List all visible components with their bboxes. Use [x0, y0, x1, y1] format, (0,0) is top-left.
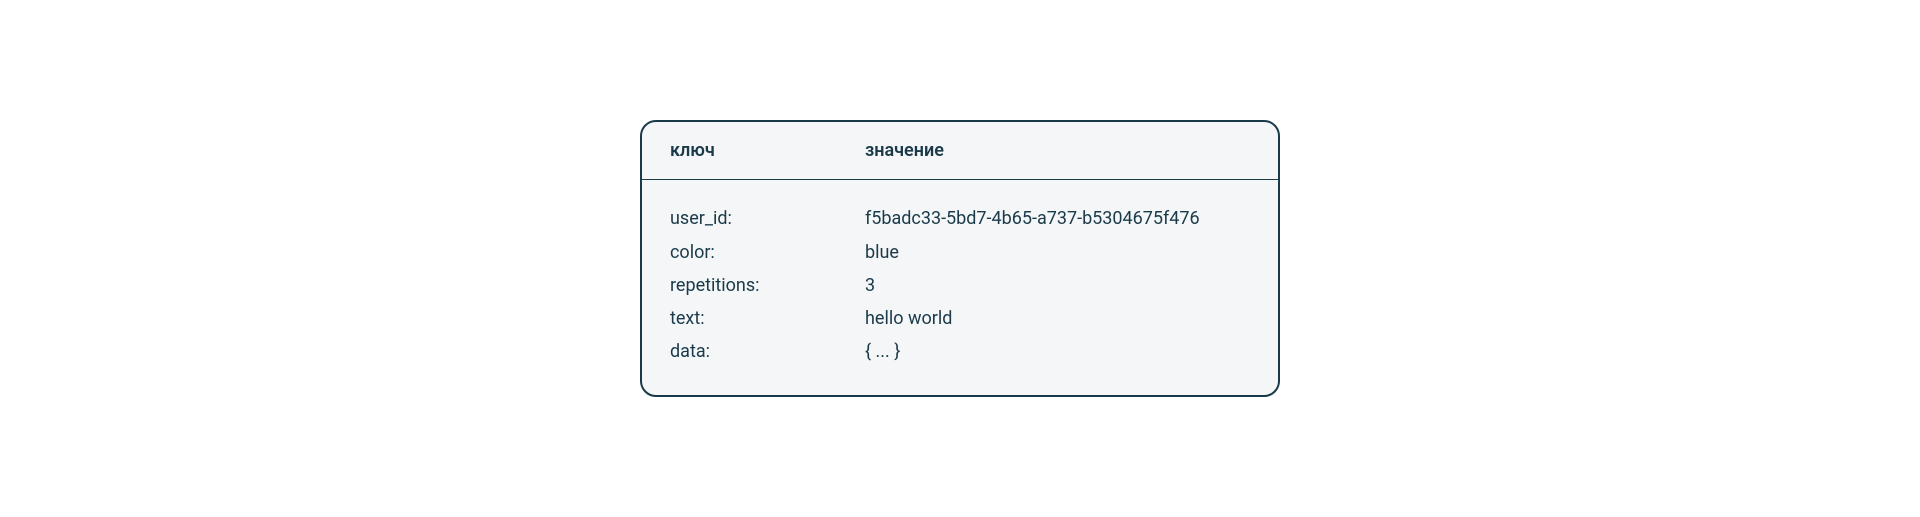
table-body: user_id: f5badc33-5bd7-4b65-a737-b530467…	[642, 180, 1278, 394]
table-header: ключ значение	[642, 122, 1278, 180]
table-row: repetitions: 3	[670, 269, 1250, 302]
table-row: text: hello world	[670, 302, 1250, 335]
row-value: f5badc33-5bd7-4b65-a737-b5304675f476	[865, 202, 1250, 235]
kv-table: ключ значение user_id: f5badc33-5bd7-4b6…	[640, 120, 1280, 396]
row-key: user_id:	[670, 202, 865, 235]
row-key: text:	[670, 302, 865, 335]
row-value: { ... }	[865, 335, 1250, 368]
row-value: blue	[865, 236, 1250, 269]
table-row: data: { ... }	[670, 335, 1250, 368]
table-row: color: blue	[670, 236, 1250, 269]
table-row: user_id: f5badc33-5bd7-4b65-a737-b530467…	[670, 202, 1250, 235]
row-key: color:	[670, 236, 865, 269]
row-value: hello world	[865, 302, 1250, 335]
row-key: data:	[670, 335, 865, 368]
header-key: ключ	[670, 140, 865, 161]
row-key: repetitions:	[670, 269, 865, 302]
header-value: значение	[865, 140, 1250, 161]
row-value: 3	[865, 269, 1250, 302]
